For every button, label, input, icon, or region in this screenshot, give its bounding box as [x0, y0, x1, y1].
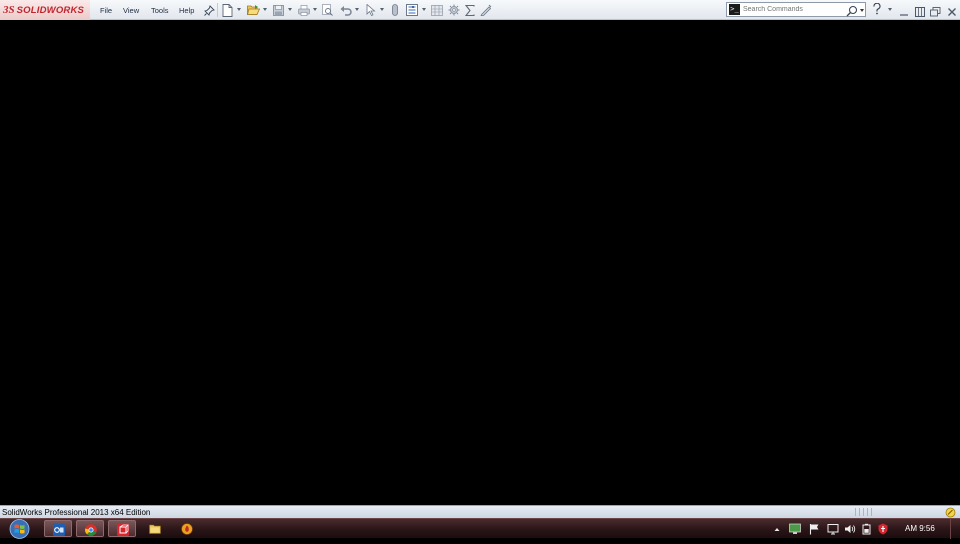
table-icon[interactable] [430, 3, 444, 17]
chevron-down-icon[interactable] [237, 8, 241, 11]
taskbar-app-button[interactable] [173, 520, 201, 537]
menu-help[interactable]: Help [179, 6, 201, 15]
menu-file[interactable]: File [100, 6, 123, 15]
brand-name: SOLIDWORKS [16, 4, 85, 16]
taskbar-explorer-button[interactable] [141, 520, 169, 537]
taskbar-solidworks-button[interactable] [108, 520, 136, 537]
start-button[interactable] [6, 519, 33, 539]
chevron-down-icon[interactable] [263, 8, 267, 11]
close-icon[interactable] [947, 4, 957, 16]
minimize-icon[interactable] [899, 4, 909, 16]
search-input[interactable] [743, 3, 843, 16]
windows-taskbar: AM 9:56 [0, 518, 960, 539]
show-desktop-button[interactable] [950, 519, 960, 539]
chevron-down-icon[interactable] [313, 8, 317, 11]
chevron-down-icon[interactable] [355, 8, 359, 11]
flag-icon[interactable] [809, 523, 820, 535]
paperclip-icon[interactable] [389, 3, 401, 17]
menu-tools[interactable]: Tools [151, 6, 179, 15]
fire-icon [181, 522, 193, 535]
toolbar-separator [217, 3, 218, 17]
save-icon[interactable] [272, 3, 285, 17]
chevron-down-icon[interactable] [888, 8, 892, 11]
taskbar-clock[interactable]: AM 9:56 [905, 519, 935, 539]
gear-icon[interactable] [447, 3, 461, 17]
chevron-down-icon[interactable] [422, 8, 426, 11]
antivirus-icon[interactable] [878, 523, 888, 535]
show-hidden-icon[interactable] [774, 523, 780, 535]
battery-icon[interactable] [861, 523, 872, 535]
ds-logo-mark: 3S [3, 4, 15, 16]
status-bar: SolidWorks Professional 2013 x64 Edition [0, 505, 960, 518]
taskbar-outlook-button[interactable] [44, 520, 72, 537]
print-icon[interactable] [297, 3, 310, 17]
sum-icon[interactable] [464, 3, 476, 17]
status-text: SolidWorks Professional 2013 x64 Edition [2, 508, 151, 517]
network-icon[interactable] [789, 523, 801, 535]
options-icon[interactable] [405, 3, 419, 17]
chevron-down-icon[interactable] [860, 9, 864, 12]
chrome-icon [85, 523, 97, 536]
taskbar-chrome-button[interactable] [76, 520, 104, 537]
select-icon[interactable] [364, 3, 377, 17]
volume-icon[interactable] [844, 523, 856, 535]
restore-icon[interactable] [930, 4, 941, 17]
menu-view[interactable]: View [123, 6, 151, 15]
help-icon[interactable] [871, 2, 883, 16]
zoom-icon[interactable] [321, 3, 334, 17]
pencil-icon[interactable] [479, 3, 492, 17]
explorer-icon [149, 522, 161, 534]
open-icon[interactable] [246, 3, 260, 17]
command-prompt-icon: >_ [729, 4, 740, 15]
resize-grip[interactable] [855, 508, 875, 516]
new-document-icon[interactable] [221, 3, 234, 17]
pin-icon[interactable] [203, 3, 215, 17]
restore-panel-icon[interactable] [915, 4, 925, 17]
outlook-icon [53, 523, 65, 536]
title-toolbar: 3S SOLIDWORKS File View Tools Help >_ Se… [0, 0, 960, 20]
display-icon[interactable] [827, 523, 839, 535]
search-commands-box[interactable]: >_ [726, 2, 866, 17]
graphics-area[interactable] [0, 20, 960, 505]
solidworks-icon [117, 523, 129, 536]
chevron-down-icon[interactable] [288, 8, 292, 11]
undo-icon[interactable] [339, 3, 352, 17]
solidworks-logo[interactable]: 3S SOLIDWORKS [0, 0, 90, 20]
chevron-down-icon[interactable] [380, 8, 384, 11]
menu-bar: File View Tools Help [100, 0, 201, 20]
